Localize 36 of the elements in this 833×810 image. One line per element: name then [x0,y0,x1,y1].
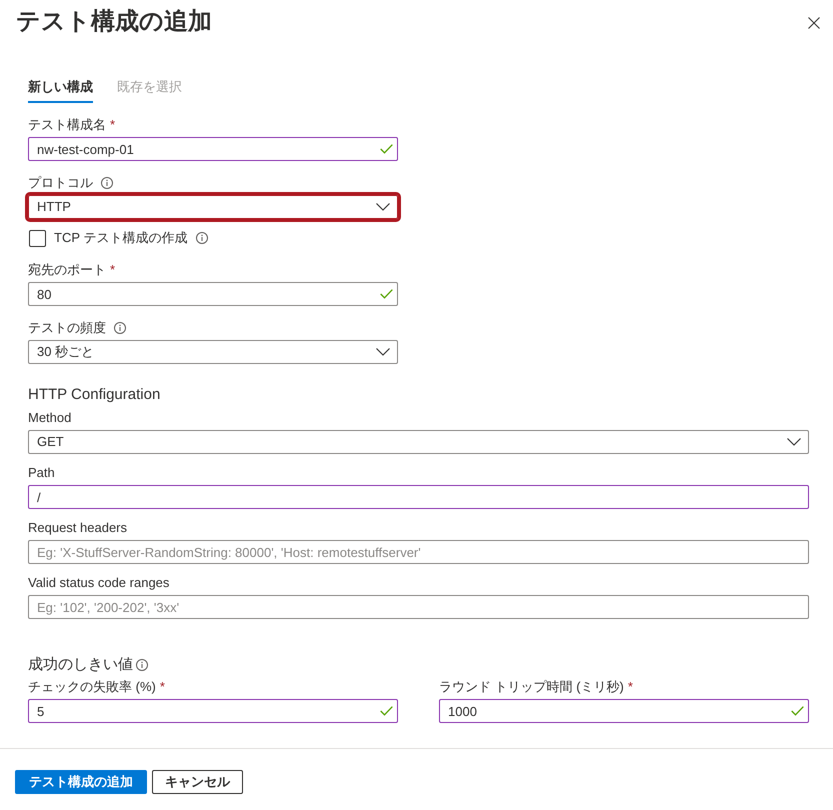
cancel-button[interactable]: キャンセル [152,770,243,794]
required-mark: * [628,678,633,696]
section-heading: 成功のしきい値 [28,655,133,675]
field-label: Valid status code ranges [28,574,170,592]
text-input[interactable]: 5 [28,699,398,723]
field-label: 宛先のポート [28,261,106,279]
section-heading: HTTP Configuration [28,385,162,405]
field-label: チェックの失敗率 (%) [28,678,156,696]
dropdown[interactable]: GET [28,430,809,454]
text-input[interactable]: Eg: '102', '200-202', '3xx' [28,595,809,619]
field-label: プロトコル [28,174,93,192]
field-label: テスト構成名 [28,116,106,134]
text-input[interactable]: nw-test-comp-01 [28,137,398,161]
text-input[interactable]: / [28,485,809,509]
chevron-down-icon [376,203,390,211]
field-label: Path [28,464,55,482]
field-label: テストの頻度 [28,319,106,337]
tab[interactable]: 新しい構成 [28,77,93,103]
field-label: Method [28,409,72,427]
close-icon[interactable] [808,17,820,29]
field-label: Request headers [28,519,128,537]
text-input[interactable]: 1000 [439,699,809,723]
text-input[interactable]: 80 [28,282,398,306]
required-mark: * [110,261,116,279]
required-mark: * [110,116,116,134]
add-button[interactable]: テスト構成の追加 [15,770,147,794]
text-input[interactable]: Eg: 'X-StuffServer-RandomString: 80000', 'Host: remotestuffserver' [28,540,809,564]
dropdown[interactable]: 30 秒ごと [28,340,398,364]
field-label: ラウンド トリップ時間 (ミリ秒) [439,678,624,696]
required-mark: * [160,678,165,696]
chevron-down-icon [787,438,801,446]
dialog-title: テスト構成の追加 [16,7,212,37]
checkbox[interactable] [29,230,46,246]
chevron-down-icon [376,348,390,356]
checkbox-label: TCP テスト構成の作成 [54,229,188,247]
dropdown[interactable]: HTTP [28,195,398,219]
